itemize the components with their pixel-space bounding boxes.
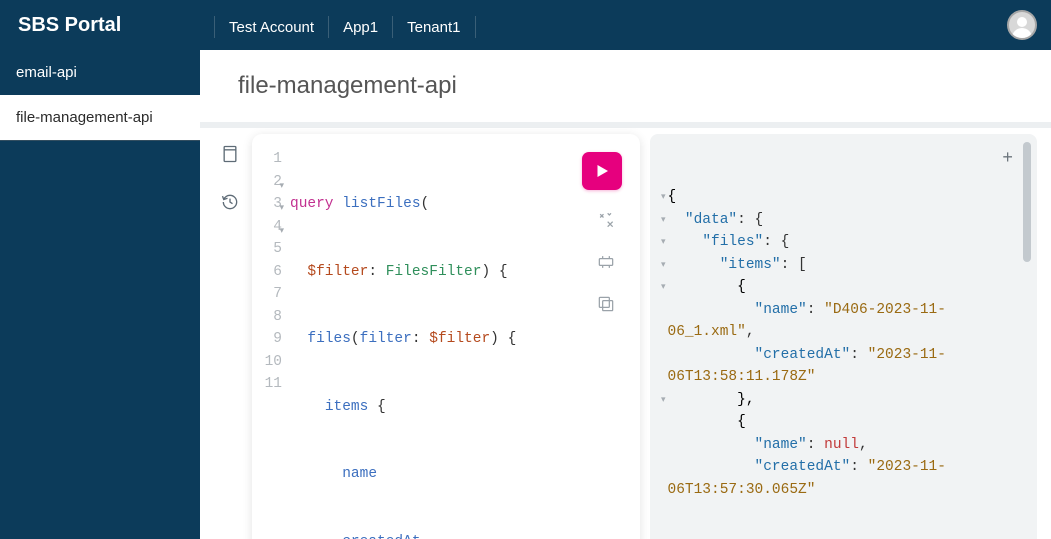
result-json[interactable]: ▾▾▾▾▾▾ { "data": { "files": { "items": [… — [652, 148, 1028, 501]
editor-side-tools — [596, 210, 618, 316]
line-number: 2 — [258, 171, 282, 194]
brand-title[interactable]: SBS Portal — [18, 14, 200, 37]
line-number: 1 — [258, 148, 282, 171]
sidebar-item-email-api[interactable]: email-api — [0, 50, 200, 95]
user-avatar[interactable] — [1007, 10, 1037, 40]
playground: 1 2 3 4 5 6 7 8 9 10 11 — [200, 128, 1051, 539]
line-number: 11 — [258, 373, 282, 396]
breadcrumb-item-app[interactable]: App1 — [343, 19, 378, 36]
page-title-bar: file-management-api — [200, 50, 1051, 122]
line-number: 9 — [258, 328, 282, 351]
sidebar: email-api file-management-api Settings — [0, 50, 200, 539]
breadcrumbs: Test Account App1 Tenant1 — [200, 12, 490, 38]
docs-icon[interactable] — [218, 142, 242, 166]
line-number: 10 — [258, 351, 282, 374]
copy-icon[interactable] — [596, 294, 618, 316]
line-number: 7 — [258, 283, 282, 306]
history-icon[interactable] — [218, 190, 242, 214]
header: SBS Portal Test Account App1 Tenant1 — [0, 0, 1051, 50]
query-editor-panel: 1 2 3 4 5 6 7 8 9 10 11 — [252, 134, 640, 539]
add-tab-icon[interactable]: + — [1002, 148, 1013, 171]
merge-icon[interactable] — [596, 252, 618, 274]
run-query-button[interactable] — [582, 152, 622, 190]
divider — [475, 16, 476, 38]
page-title: file-management-api — [238, 72, 1051, 100]
breadcrumb-item-account[interactable]: Test Account — [229, 19, 314, 36]
scrollbar[interactable] — [1023, 142, 1033, 512]
line-number: 3 — [258, 193, 282, 216]
sidebar-item-file-management-api[interactable]: file-management-api — [0, 95, 200, 140]
code-lines[interactable]: query listFiles( $filter: FilesFilter) {… — [290, 148, 630, 539]
divider — [328, 16, 329, 38]
result-panel: + ▾▾▾▾▾▾ { "data": { "files": { "items":… — [650, 134, 1038, 539]
main: file-management-api — [200, 50, 1051, 539]
line-number: 5 — [258, 238, 282, 261]
json-fold-gutter: ▾▾▾▾▾▾ — [652, 186, 668, 501]
query-editor[interactable]: 1 2 3 4 5 6 7 8 9 10 11 — [252, 134, 640, 539]
divider — [214, 16, 215, 38]
line-number: 8 — [258, 306, 282, 329]
line-gutter: 1 2 3 4 5 6 7 8 9 10 11 — [258, 148, 290, 539]
left-toolstrip — [208, 134, 252, 539]
breadcrumb-item-tenant[interactable]: Tenant1 — [407, 19, 460, 36]
divider — [392, 16, 393, 38]
line-number: 6 — [258, 261, 282, 284]
prettify-icon[interactable] — [596, 210, 618, 232]
line-number: 4 — [258, 216, 282, 239]
divider — [0, 140, 200, 141]
